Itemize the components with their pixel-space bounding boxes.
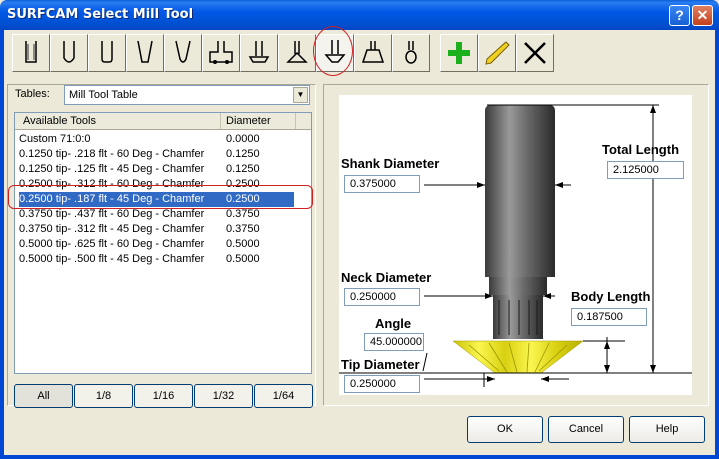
help-button[interactable]: Help	[629, 416, 705, 443]
tool-name: 0.1250 tip- .125 flt - 45 Deg - Chamfer	[19, 163, 205, 175]
selected-row-highlight	[8, 185, 313, 209]
shank-diameter-field[interactable]: 0.375000	[344, 175, 420, 193]
table-row[interactable]: 0.1250 tip- .125 flt - 45 Deg - Chamfer …	[15, 162, 311, 177]
table-row[interactable]: 0.3750 tip- .437 flt - 60 Deg - Chamfer …	[15, 207, 311, 222]
center-drill-icon	[286, 41, 308, 63]
window-frame-left	[0, 30, 4, 459]
bull-nose-mill-tool-button[interactable]	[88, 34, 126, 72]
table-row[interactable]: 0.3750 tip- .312 flt - 45 Deg - Chamfer …	[15, 222, 311, 237]
flat-end-mill-icon	[25, 41, 37, 63]
title-bar: SURFCAM Select Mill Tool ? ✕	[0, 0, 719, 30]
ok-button[interactable]: OK	[467, 416, 543, 443]
list-header: Available Tools Diameter	[15, 113, 311, 130]
shank-diameter-label: Shank Diameter	[341, 156, 440, 171]
add-tool-button[interactable]	[440, 34, 478, 72]
add-tool-icon	[448, 42, 470, 64]
center-drill-tool-button[interactable]	[278, 34, 316, 72]
tool-name: 0.3750 tip- .437 flt - 60 Deg - Chamfer	[19, 208, 205, 220]
taper-end-mill-icon	[137, 40, 153, 63]
table-row[interactable]: Custom 71:0:0 0.0000	[15, 132, 311, 147]
tables-label: Tables:	[15, 88, 50, 100]
angle-field[interactable]: 45.000000	[364, 333, 424, 351]
body-length-field[interactable]: 0.187500	[571, 308, 647, 326]
column-header-available-tools[interactable]: Available Tools	[23, 115, 96, 127]
table-row[interactable]: 0.5000 tip- .625 flt - 60 Deg - Chamfer …	[15, 237, 311, 252]
angle-label: Angle	[375, 316, 412, 331]
filter-1-8-button[interactable]: 1/8	[74, 384, 133, 408]
edit-tool-icon	[485, 41, 510, 65]
slot-cutter-tool-button[interactable]	[202, 34, 240, 72]
close-button[interactable]: ✕	[692, 5, 713, 26]
lollipop-mill-tool-button[interactable]	[392, 34, 430, 72]
tables-selected-value: Mill Tool Table	[69, 89, 138, 101]
tool-name: 0.5000 tip- .500 flt - 45 Deg - Chamfer	[19, 253, 205, 265]
delete-tool-button[interactable]	[516, 34, 554, 72]
available-tools-list[interactable]: Available Tools Diameter Custom 71:0:0 0…	[14, 112, 312, 374]
dovetail-mill-icon	[361, 41, 385, 63]
neck-diameter-label: Neck Diameter	[341, 270, 432, 285]
tables-dropdown[interactable]: Mill Tool Table ▼	[64, 85, 310, 105]
column-separator[interactable]	[295, 113, 296, 129]
drill-tool-button[interactable]	[240, 34, 278, 72]
tip-diameter-label: Tip Diameter	[341, 357, 420, 372]
ball-end-mill-tool-button[interactable]	[50, 34, 88, 72]
tool-diameter: 0.3750	[226, 223, 260, 235]
tool-diameter: 0.5000	[226, 253, 260, 265]
taper-ball-mill-tool-button[interactable]	[164, 34, 202, 72]
body-length-label: Body Length	[571, 289, 651, 304]
tool-diameter: 0.1250	[226, 163, 260, 175]
help-title-button[interactable]: ?	[669, 5, 690, 26]
total-length-label: Total Length	[602, 142, 680, 157]
tool-name: 0.5000 tip- .625 flt - 60 Deg - Chamfer	[19, 238, 205, 250]
tool-diameter: 0.5000	[226, 238, 260, 250]
dovetail-mill-tool-button[interactable]	[354, 34, 392, 72]
bull-nose-mill-icon	[101, 41, 113, 63]
tool-name: 0.3750 tip- .312 flt - 45 Deg - Chamfer	[19, 223, 205, 235]
window-frame-right	[715, 30, 719, 459]
ball-end-mill-icon	[63, 41, 75, 63]
tool-diagram-canvas: Shank Diameter 0.375000 Total Length 2.1…	[339, 95, 692, 395]
tool-diameter: 0.1250	[226, 148, 260, 160]
table-row[interactable]: 0.1250 tip- .218 flt - 60 Deg - Chamfer …	[15, 147, 311, 162]
edit-tool-button[interactable]	[478, 34, 516, 72]
selected-tool-highlight	[313, 26, 353, 76]
filter-1-16-button[interactable]: 1/16	[134, 384, 193, 408]
lollipop-mill-icon	[405, 41, 417, 64]
window-frame-bottom	[0, 455, 719, 459]
cancel-button[interactable]: Cancel	[548, 416, 624, 443]
chevron-down-icon[interactable]: ▼	[293, 87, 308, 103]
taper-end-mill-tool-button[interactable]	[126, 34, 164, 72]
column-header-diameter[interactable]: Diameter	[226, 115, 271, 127]
delete-tool-icon	[524, 42, 546, 64]
tool-diameter: 0.0000	[226, 133, 260, 145]
filter-all-button[interactable]: All	[14, 384, 73, 408]
window-title: SURFCAM Select Mill Tool	[7, 7, 194, 22]
tool-name: Custom 71:0:0	[19, 133, 91, 145]
drill-icon	[248, 41, 270, 63]
total-length-field[interactable]: 2.125000	[607, 161, 684, 179]
neck-diameter-field[interactable]: 0.250000	[344, 288, 420, 306]
filter-1-32-button[interactable]: 1/32	[194, 384, 253, 408]
tip-diameter-field[interactable]: 0.250000	[344, 375, 420, 393]
tool-diameter: 0.3750	[226, 208, 260, 220]
tool-name: 0.1250 tip- .218 flt - 60 Deg - Chamfer	[19, 148, 205, 160]
filter-1-64-button[interactable]: 1/64	[254, 384, 313, 408]
flat-end-mill-tool-button[interactable]	[12, 34, 50, 72]
column-separator[interactable]	[220, 113, 221, 129]
table-row[interactable]: 0.5000 tip- .500 flt - 45 Deg - Chamfer …	[15, 252, 311, 267]
taper-ball-mill-icon	[175, 40, 191, 63]
slot-cutter-icon	[209, 41, 233, 64]
